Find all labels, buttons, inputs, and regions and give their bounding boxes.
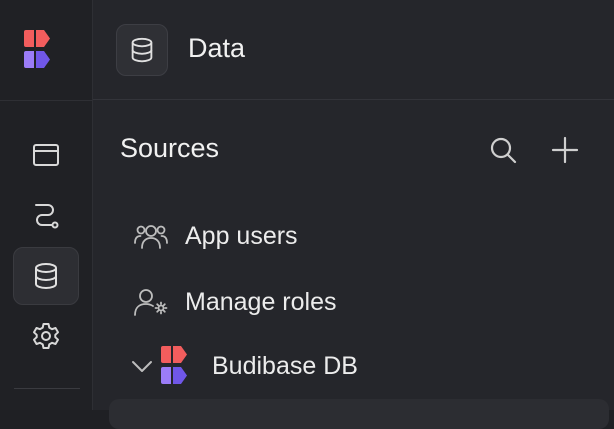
plus-icon[interactable] [549,134,581,166]
table-row-highlight[interactable] [109,399,609,429]
nav-item-app-users[interactable]: App users [133,216,298,256]
datasource-budibase-db[interactable]: Budibase DB [129,344,358,388]
nav-item-manage-roles[interactable]: Manage roles [133,282,336,322]
panel-header: Data [93,0,614,100]
rail-data-button[interactable] [13,247,79,305]
left-rail [0,0,93,410]
route-icon [35,204,59,229]
rail-settings-button[interactable] [13,307,79,365]
user-gear-icon [133,286,171,318]
sources-heading: Sources [120,133,220,163]
data-panel: Data Sources App users Manage roles Budi… [93,0,614,429]
chevron-down-icon[interactable] [129,353,155,379]
budibase-logo[interactable] [24,30,64,70]
rail-divider [14,388,80,389]
search-icon[interactable] [487,134,519,166]
gear-icon [33,323,59,349]
budibase-db-logo [161,346,187,384]
database-icon [35,263,57,290]
users-icon [133,220,171,252]
page-title: Data [188,33,246,63]
rail-logo-area [0,0,92,101]
nav-item-label: Manage roles [185,287,337,316]
rail-automations-button[interactable] [13,186,79,244]
header-database-badge [116,24,168,76]
nav-item-label: App users [185,221,298,250]
browser-window-icon [33,144,59,166]
datasource-label: Budibase DB [212,351,358,380]
rail-screens-button[interactable] [13,126,79,184]
database-icon [131,37,153,63]
